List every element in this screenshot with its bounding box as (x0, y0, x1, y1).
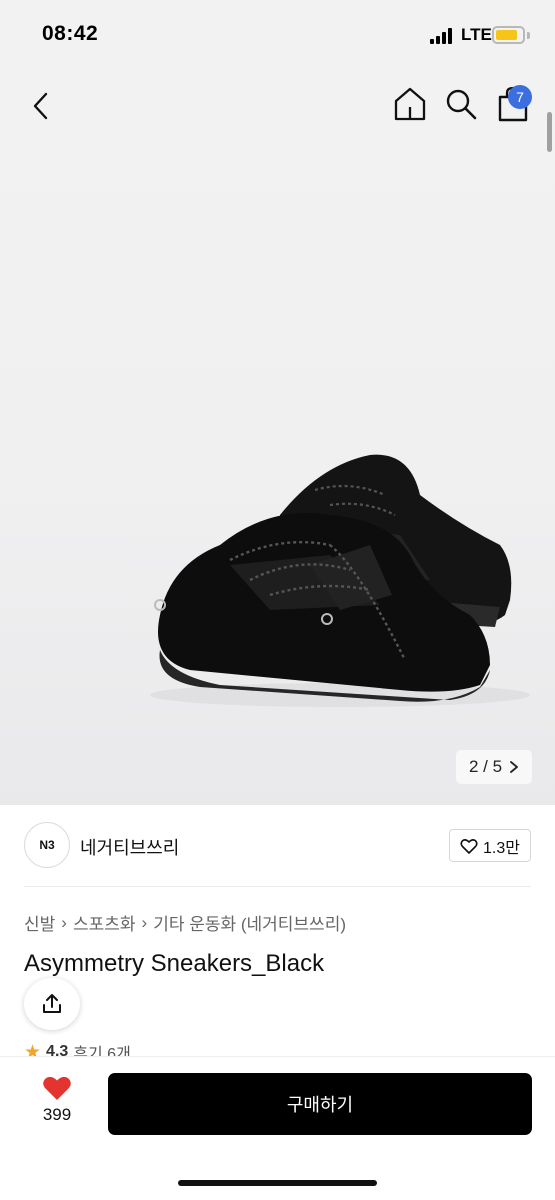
chevron-right-icon (510, 761, 518, 773)
status-bar: 08:42 LTE (0, 0, 555, 70)
bottom-action-bar: 399 구매하기 (0, 1056, 555, 1200)
scrollbar[interactable] (547, 112, 552, 152)
status-time: 08:42 (42, 22, 99, 45)
sneaker-product-photo (150, 454, 530, 707)
divider (24, 886, 531, 887)
signal-strength-icon (430, 28, 456, 44)
product-image-gallery[interactable]: 2 / 5 (0, 70, 555, 805)
breadcrumb-item[interactable]: 기타 운동화 (네거티브쓰리) (153, 910, 346, 935)
buy-button[interactable]: 구매하기 (108, 1073, 532, 1135)
cart-count-badge: 7 (508, 85, 532, 109)
breadcrumb-item[interactable]: 스포츠화 (73, 910, 136, 935)
brand-name[interactable]: 네거티브쓰리 (80, 834, 179, 860)
image-counter-text: 2 / 5 (468, 757, 503, 776)
chevron-left-icon[interactable] (24, 88, 60, 124)
breadcrumb-item[interactable]: 신발 (24, 910, 55, 935)
brand-like-button[interactable]: 1.3만 (449, 829, 531, 862)
network-type: LTE (461, 25, 492, 44)
home-icon[interactable] (392, 85, 428, 123)
search-icon[interactable] (444, 87, 478, 121)
image-counter[interactable]: 2 / 5 (456, 750, 532, 784)
home-indicator (178, 1180, 377, 1186)
wishlist-button[interactable]: 399 (30, 1075, 84, 1125)
battery-icon (492, 26, 525, 44)
brand-row[interactable]: N3 네거티브쓰리 1.3만 (24, 822, 531, 868)
heart-outline-icon (460, 838, 478, 854)
heart-filled-icon (43, 1076, 71, 1100)
brand-logo[interactable]: N3 (24, 822, 70, 868)
brand-like-count: 1.3만 (483, 839, 520, 857)
battery-cap (527, 32, 530, 39)
share-icon (43, 994, 61, 1013)
wishlist-count: 399 (42, 1105, 72, 1124)
product-title: Asymmetry Sneakers_Black (24, 950, 325, 977)
share-button[interactable] (24, 978, 80, 1030)
chevron-right-icon: › (141, 912, 148, 932)
breadcrumb: 신발 › 스포츠화 › 기타 운동화 (네거티브쓰리) (24, 910, 346, 935)
chevron-right-icon: › (61, 912, 67, 932)
